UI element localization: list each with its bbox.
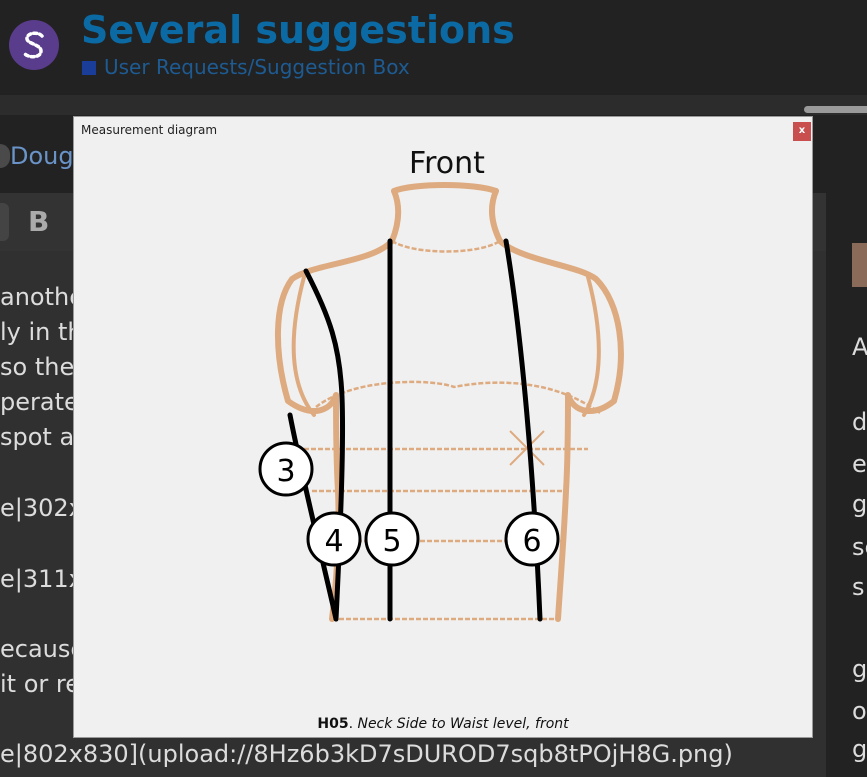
post-line: perate <box>0 388 79 416</box>
svg-text:3: 3 <box>276 454 295 489</box>
scrollbar-thumb[interactable] <box>804 106 867 113</box>
preview-line: s <box>852 573 865 601</box>
marker-5: 5 <box>364 511 420 567</box>
preview-line: er <box>852 450 867 478</box>
category-link[interactable]: User Requests/Suggestion Box <box>104 55 410 79</box>
breadcrumb[interactable]: User Requests/Suggestion Box <box>82 55 410 79</box>
logo-s-icon <box>23 31 44 59</box>
forum-header: Several suggestions User Requests/Sugges… <box>0 0 867 95</box>
svg-text:5: 5 <box>382 524 401 559</box>
post-line: spot ar <box>0 423 85 451</box>
post-line: it or re <box>0 670 80 698</box>
svg-text:6: 6 <box>522 524 541 559</box>
post-line: ly in th <box>0 318 83 346</box>
post-line: e|302x <box>0 494 83 522</box>
site-logo[interactable] <box>9 20 59 70</box>
measurement-dialog: Measurement diagram x Front 3 4 5 6 H05.… <box>73 116 813 738</box>
marker-4: 4 <box>306 511 362 567</box>
preview-line: d <box>852 408 867 436</box>
post-author[interactable]: Doug <box>0 142 74 170</box>
diagram-caption: H05. Neck Side to Waist level, front <box>317 716 569 732</box>
preview-line: g <box>852 655 867 683</box>
topic-title[interactable]: Several suggestions <box>81 8 515 52</box>
preview-line: o <box>852 697 867 725</box>
category-badge <box>82 61 96 75</box>
preview-line: g <box>852 490 867 518</box>
preview-line: A <box>852 333 867 361</box>
bold-button[interactable]: B <box>28 205 49 238</box>
marker-3: 3 <box>258 441 314 497</box>
preview-line: g <box>852 735 867 763</box>
post-line: e|311x <box>0 565 83 593</box>
diagram-heading: Front <box>409 146 485 181</box>
toolbar-button-prev[interactable] <box>0 203 9 241</box>
divider-strip <box>0 95 867 115</box>
torso-diagram: Front 3 4 5 6 <box>258 146 624 622</box>
post-line: e|802x830](upload://8Hz6b3kD7sDUROD7sqb8… <box>0 740 733 768</box>
svg-text:4: 4 <box>324 524 343 559</box>
preview-line: se <box>852 533 867 561</box>
preview-avatar <box>852 243 867 287</box>
post-line: anothe <box>0 283 84 311</box>
author-avatar <box>0 144 10 168</box>
marker-6: 6 <box>504 511 560 567</box>
